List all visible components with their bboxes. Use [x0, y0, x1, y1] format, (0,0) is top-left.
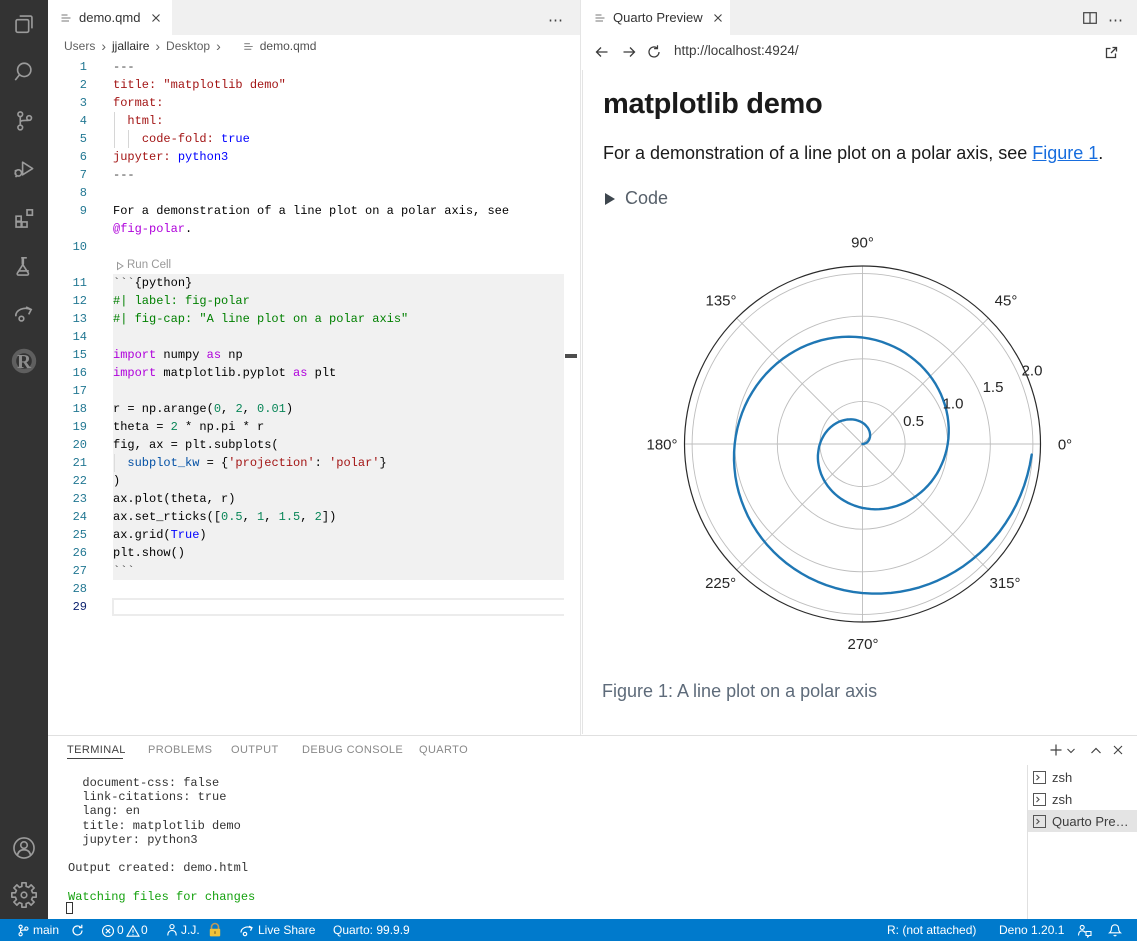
svg-text:225°: 225° — [705, 575, 736, 592]
svg-text:135°: 135° — [705, 293, 736, 310]
svg-text:1.0: 1.0 — [943, 396, 964, 413]
svg-text:0.5: 0.5 — [903, 413, 924, 430]
svg-text:315°: 315° — [989, 575, 1020, 592]
svg-text:R: R — [17, 352, 32, 373]
svg-text:180°: 180° — [646, 436, 677, 453]
svg-text:2.0: 2.0 — [1022, 363, 1043, 380]
svg-text:0°: 0° — [1058, 436, 1072, 453]
svg-text:270°: 270° — [847, 636, 878, 653]
svg-text:1.5: 1.5 — [983, 379, 1004, 396]
svg-text:90°: 90° — [851, 235, 874, 252]
svg-text:45°: 45° — [995, 293, 1018, 310]
